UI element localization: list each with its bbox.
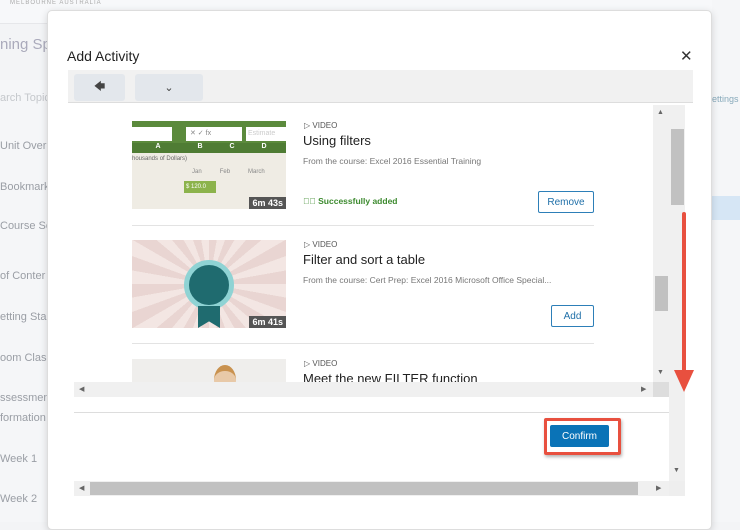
play-icon: ▷ [304,121,311,130]
scroll-right-icon[interactable]: ▶ [641,385,646,393]
background-right-panel: ettings [712,0,740,522]
remove-button[interactable]: Remove [538,191,594,213]
cell-text: Feb [219,169,231,175]
formula-bar: Estimate [246,127,286,141]
sidebar-item: Course Sc [0,220,48,232]
type-label: VIDEO [312,359,338,368]
sidebar-item: Week 2 [0,493,38,505]
red-arrow-annotation [674,212,694,392]
formula-icons: ✕ ✓ fx [186,127,242,141]
duration-badge: 6m 43s [249,197,286,209]
sidebar-item: etting Sta [0,311,47,323]
content-type: ▷ VIDEO [304,359,337,368]
add-activity-dialog: Add Activity ✕ 🡄 ⌄ ✕ ✓ fx Estimate A B C D … [47,10,712,530]
scroll-left-icon[interactable]: ◀ [79,385,84,393]
video-title[interactable]: Using filters [303,133,371,148]
column-header: C [229,143,235,150]
check-circle-icon: ✓⃝ [303,196,316,206]
column-header: A [155,143,161,150]
video-thumbnail[interactable]: ✕ ✓ fx Estimate A B C D housands of Dollars… [132,121,286,209]
footer-divider [74,412,669,413]
content-type: ▷ VIDEO [304,240,337,249]
list-item: 6m 41s ▷ VIDEO Filter and sort a table F… [132,240,594,328]
confirm-button[interactable]: Confirm [550,425,609,447]
scroll-thumb[interactable] [90,482,638,495]
add-button[interactable]: Add [551,305,594,327]
background-highlight [712,196,740,220]
sidebar-item: Unit Over [0,140,47,152]
scroll-down-icon[interactable]: ▼ [657,369,664,376]
dialog-toolbar: 🡄 ⌄ [68,70,693,103]
sidebar-item: of Conter [0,270,46,282]
cell-selected: $ 120.0 [184,181,216,193]
sidebar-item: oom Class [0,352,48,364]
chevron-down-icon: ⌄ [164,82,174,94]
scroll-left-icon[interactable]: ◀ [79,484,84,492]
outer-horizontal-scrollbar[interactable]: ◀ ▶ [74,481,669,496]
video-thumbnail[interactable]: 6m 41s [132,240,286,328]
back-button[interactable]: 🡄 [74,74,125,101]
sidebar-item: formation [0,412,46,424]
badge-graphic [184,260,234,310]
list-item: ✕ ✓ fx Estimate A B C D housands of Dollars… [132,121,594,213]
content-type: ▷ VIDEO [304,121,337,130]
play-icon: ▷ [304,240,311,249]
sidebar-item: Bookmark [0,181,48,193]
course-name: From the course: Cert Prep: Excel 2016 M… [303,275,552,285]
status-text: ✓⃝ Successfully added [303,196,398,206]
course-name: From the course: Excel 2016 Essential Tr… [303,156,482,166]
arrow-left-icon: 🡄 [93,81,106,93]
divider [132,225,594,226]
duration-badge: 6m 41s [249,316,286,328]
cell-text: March [248,169,265,175]
background-sidebar: arch Topic Unit Over Bookmark Course Sc … [0,80,48,522]
type-label: VIDEO [312,121,338,130]
inner-horizontal-scrollbar[interactable]: ◀ ▶ [74,382,653,397]
scroll-right-icon[interactable]: ▶ [656,484,661,492]
close-icon[interactable]: ✕ [680,47,693,65]
settings-link: ettings [712,94,739,104]
sidebar-item: Week 1 [0,453,38,465]
dialog-title: Add Activity [67,48,140,64]
search-topics-input: arch Topic [0,92,48,104]
dropdown-button[interactable]: ⌄ [135,74,203,101]
scroll-up-icon[interactable]: ▲ [657,109,664,116]
inner-vertical-scrollbar[interactable]: ▲ ▼ [653,105,669,382]
scroll-thumb[interactable] [655,276,668,311]
divider [132,343,594,344]
cell-text: housands of Dollars) [132,156,188,162]
play-icon: ▷ [304,359,311,368]
column-header: D [261,143,267,150]
logo-text: MELBOURNE AUSTRALIA [10,0,102,6]
scroll-thumb[interactable] [671,129,684,205]
results-list: ✕ ✓ fx Estimate A B C D housands of Dollars… [74,105,669,397]
column-header: B [197,143,203,150]
cell-text: Jan [192,169,202,175]
video-title[interactable]: Filter and sort a table [303,252,425,267]
scroll-down-icon[interactable]: ▼ [673,467,680,474]
status-label: Successfully added [318,196,398,206]
type-label: VIDEO [312,240,338,249]
sidebar-item: ssessmen [0,392,48,404]
